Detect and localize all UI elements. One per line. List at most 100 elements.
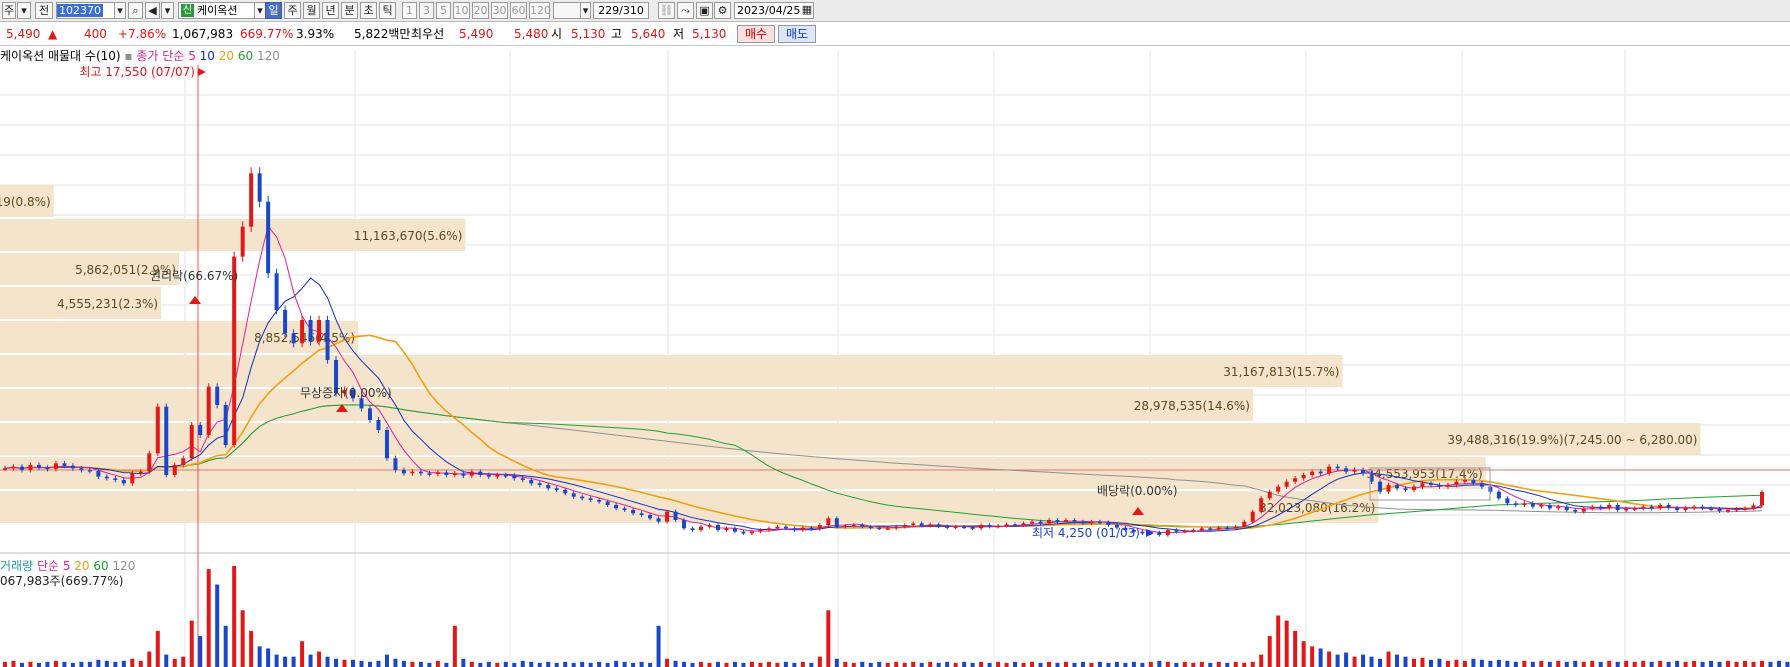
volume-bar-99 [843, 661, 848, 667]
candle-70 [597, 500, 602, 502]
volume-bar-53 [452, 625, 457, 667]
volume-bar-107 [911, 661, 916, 667]
candle-95 [809, 527, 814, 530]
volume-bar-43 [367, 661, 372, 667]
volume-bar-55 [469, 661, 474, 667]
volume-bar-66 [563, 661, 568, 667]
volume-bar-67 [571, 662, 576, 667]
candle-89 [758, 530, 763, 532]
candle-169 [1437, 485, 1442, 487]
volume-bar-131 [1114, 661, 1119, 667]
volume-bar-128 [1089, 662, 1094, 667]
volume-bar-15 [130, 658, 135, 667]
volume-bar-16 [138, 660, 143, 667]
candle-29 [249, 173, 254, 227]
volume-bar-106 [902, 662, 907, 667]
volume-bar-201 [1709, 660, 1714, 667]
volume-bar-203 [1726, 660, 1731, 667]
volume-bar-33 [283, 656, 288, 667]
candle-18 [155, 406, 160, 454]
candle-43 [367, 408, 372, 420]
volume-bar-190 [1615, 661, 1620, 667]
candle-53 [452, 473, 457, 475]
volume-bar-64 [546, 661, 551, 667]
candle-180 [1530, 503, 1535, 507]
volume-bar-177 [1505, 660, 1510, 667]
candle-134 [1140, 531, 1145, 534]
candle-178 [1513, 503, 1518, 505]
candle-102 [868, 526, 873, 529]
candle-187 [1590, 506, 1595, 509]
candle-12 [104, 476, 109, 479]
volume-bar-63 [537, 662, 542, 667]
volume-bar-26 [223, 625, 228, 667]
volume-bar-90 [766, 661, 771, 667]
candle-74 [631, 510, 636, 514]
candle-142 [1208, 528, 1213, 530]
candle-61 [520, 478, 525, 480]
candle-73 [622, 508, 627, 510]
candle-45 [384, 430, 389, 459]
candle-34 [291, 333, 296, 344]
volume-bar-20 [172, 658, 177, 667]
candle-145 [1233, 526, 1238, 529]
candle-123 [1047, 520, 1052, 524]
candle-68 [580, 496, 585, 499]
candle-97 [826, 518, 831, 525]
volume-bar-202 [1717, 661, 1722, 667]
volume-bar-91 [775, 662, 780, 667]
volume-value-label: 067,983주(669.77%) [0, 574, 123, 588]
candle-204 [1734, 509, 1739, 511]
candle-104 [885, 528, 890, 530]
volume-bar-148 [1259, 654, 1264, 667]
volume-bar-167 [1420, 657, 1425, 667]
candle-176 [1496, 491, 1501, 499]
volume-bar-52 [444, 662, 449, 667]
candle-190 [1615, 505, 1620, 510]
volume-bar-170 [1445, 660, 1450, 667]
volume-bar-133 [1131, 661, 1136, 667]
volume-bar-92 [783, 661, 788, 667]
volume-bar-2 [19, 662, 24, 667]
volume-bar-88 [749, 661, 754, 667]
candle-86 [732, 528, 737, 532]
candle-19 [164, 406, 169, 475]
volume-bar-134 [1140, 662, 1145, 667]
candle-201 [1709, 508, 1714, 510]
candle-158 [1344, 468, 1349, 472]
volume-bar-129 [1097, 661, 1102, 667]
candle-137 [1165, 530, 1170, 535]
volume-bar-46 [393, 658, 398, 667]
candle-11 [96, 471, 101, 477]
candle-124 [1055, 520, 1060, 522]
candle-50 [427, 473, 432, 475]
volume-bar-87 [741, 662, 746, 667]
candle-114 [970, 527, 975, 529]
volume-profile-bar-8 [0, 457, 1486, 489]
volume-bar-184 [1564, 661, 1569, 667]
volume-bar-9 [79, 661, 84, 667]
volume-bar-147 [1250, 661, 1255, 667]
volume-bar-193 [1641, 660, 1646, 667]
volume-bar-158 [1344, 652, 1349, 667]
volume-bar-21 [181, 656, 186, 667]
volume-bar-104 [885, 662, 890, 667]
volume-bar-100 [851, 662, 856, 667]
candle-138 [1174, 530, 1179, 532]
candle-140 [1191, 530, 1196, 532]
candle-184 [1564, 506, 1569, 510]
volume-bar-48 [410, 661, 415, 667]
volume-legend: 거래량 단순 5 20 60 120 [0, 559, 135, 573]
volume-bar-31 [266, 648, 271, 667]
bonus-annotation: 무상증자(0.00%) [300, 386, 392, 400]
volume-bar-54 [461, 658, 466, 667]
volume-bar-59 [503, 661, 508, 667]
candle-129 [1097, 521, 1102, 524]
volume-bar-86 [732, 661, 737, 667]
volume-bar-138 [1174, 662, 1179, 667]
volume-profile-bar-6 [0, 389, 1253, 421]
volume-bar-7 [62, 661, 67, 667]
volume-bar-73 [622, 661, 627, 667]
price-chart[interactable]: 648,619(0.8%)11,163,670(5.6%)5,862,051(2… [0, 0, 1790, 667]
volume-bar-96 [817, 656, 822, 667]
